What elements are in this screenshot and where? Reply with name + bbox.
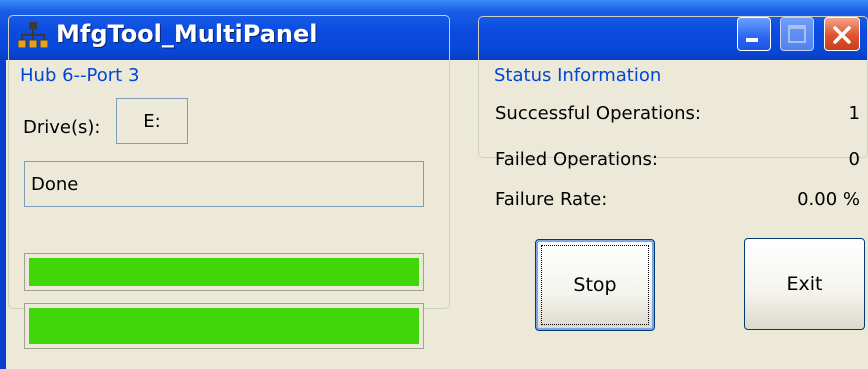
stop-button-label: Stop (573, 274, 617, 296)
status-information-label: Status Information (490, 66, 666, 86)
drive-value-box: E: (116, 98, 188, 144)
drive-label: Drive(s): (23, 117, 101, 138)
failure-rate-value: 0.00 % (797, 189, 860, 210)
progress-fill (29, 258, 419, 286)
successful-operations-label: Successful Operations: (495, 103, 701, 124)
progress-fill (29, 308, 419, 344)
failed-operations-label: Failed Operations: (495, 149, 658, 170)
failure-rate-label: Failure Rate: (495, 189, 608, 210)
operation-status-box: Done (24, 161, 424, 207)
progress-bar-overall (24, 253, 424, 291)
status-information-group (478, 16, 868, 158)
progress-bar-current (24, 303, 424, 349)
successful-operations-value: 1 (848, 103, 860, 124)
failed-operations-value: 0 (848, 149, 860, 170)
operation-status-text: Done (31, 174, 79, 195)
drive-value: E: (143, 110, 161, 132)
exit-button[interactable]: Exit (744, 238, 865, 330)
hub-port-group-label: Hub 6--Port 3 (16, 66, 144, 86)
exit-button-label: Exit (786, 273, 823, 295)
stop-button[interactable]: Stop (535, 239, 655, 331)
